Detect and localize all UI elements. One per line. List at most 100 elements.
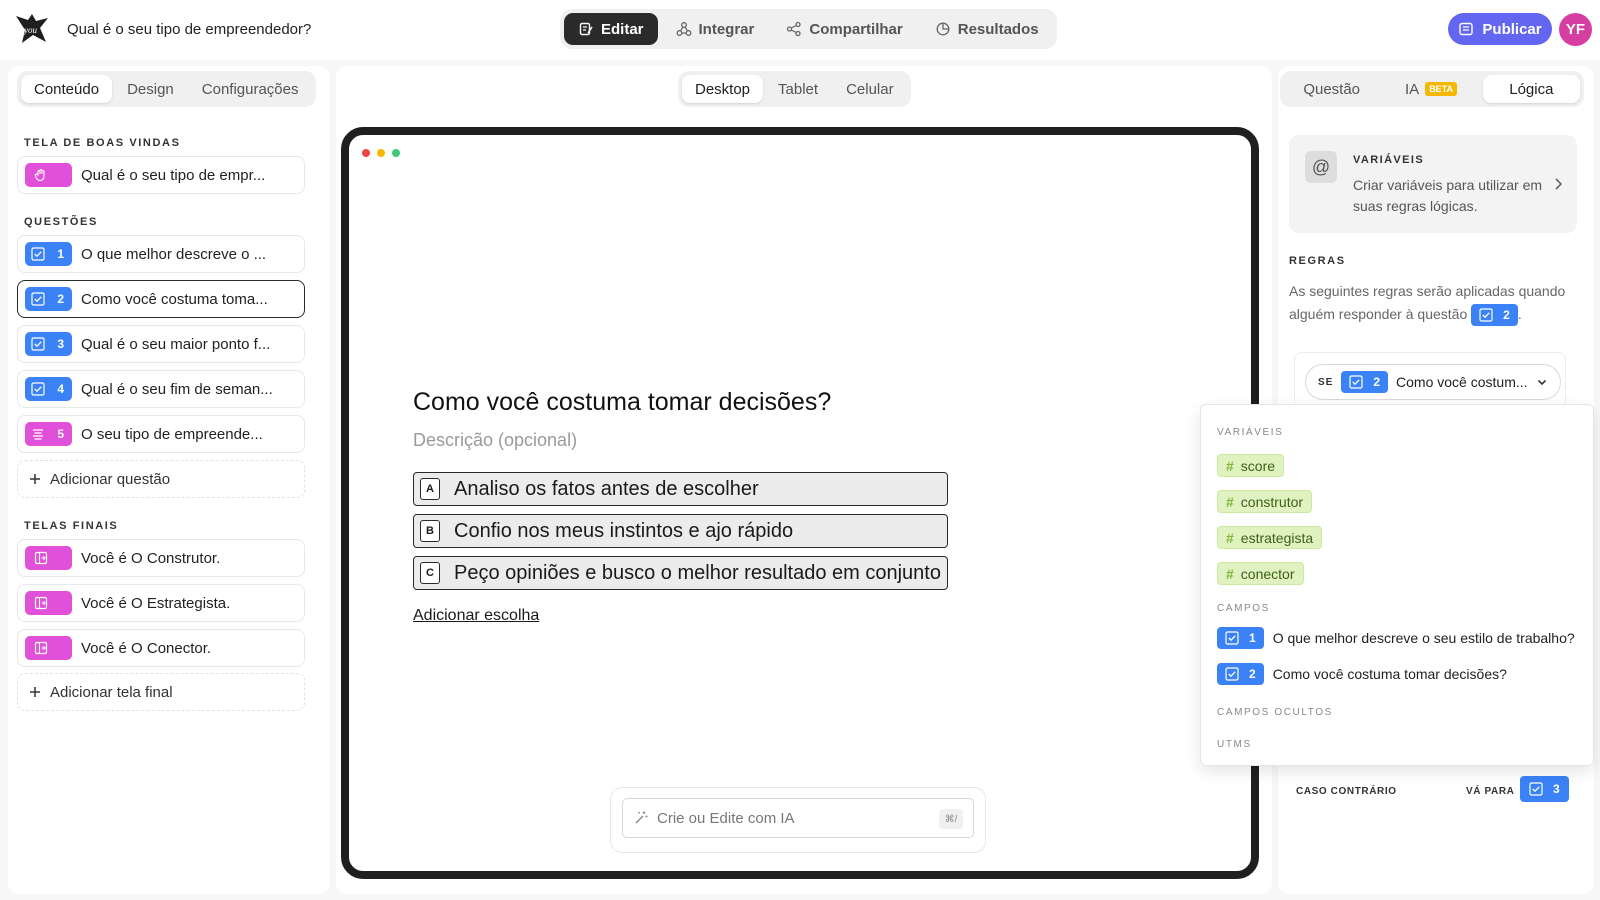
- tab-editar[interactable]: Editar: [564, 13, 658, 45]
- choice-b[interactable]: B Confio nos meus instintos e ajo rápido: [413, 514, 948, 548]
- ending-badge: [25, 591, 72, 615]
- tab-ia[interactable]: IA BETA: [1381, 75, 1480, 103]
- rules-question-badge: 2: [1471, 304, 1518, 327]
- checkbox-icon: [1479, 308, 1493, 322]
- share-icon: [786, 21, 802, 37]
- field-number: 2: [1249, 667, 1256, 681]
- publish-icon: [1458, 21, 1474, 37]
- question-item-1[interactable]: 1 O que melhor descreve o ...: [17, 235, 305, 273]
- variable-name: score: [1240, 457, 1276, 474]
- tab-questao[interactable]: Questão: [1284, 75, 1379, 103]
- question-item-4[interactable]: 4 Qual é o seu fim de seman...: [17, 370, 305, 408]
- tab-integrar[interactable]: Integrar: [662, 13, 769, 45]
- question-title[interactable]: Como você costuma tomar decisões?: [413, 388, 831, 417]
- question-number: 4: [57, 382, 64, 396]
- variable-name: construtor: [1240, 493, 1304, 510]
- variable-option-conector[interactable]: # conector: [1217, 562, 1304, 585]
- question-item-5[interactable]: 5 O seu tipo de empreende...: [17, 415, 305, 453]
- ending-item-2[interactable]: Você é O Estrategista.: [17, 584, 305, 622]
- tab-configuracoes[interactable]: Configurações: [189, 75, 312, 103]
- dropdown-hidden-fields-title[interactable]: CAMPOS OCULTOS: [1217, 707, 1333, 718]
- checkbox-icon: [31, 247, 45, 261]
- add-choice-link[interactable]: Adicionar escolha: [413, 607, 539, 625]
- if-question-number: 2: [1373, 375, 1381, 389]
- endings-section-title: TELAS FINAIS: [24, 520, 119, 532]
- top-bar: you Qual é o seu tipo de empreendedor? E…: [0, 0, 1600, 60]
- window-dots: [362, 149, 400, 157]
- publish-label: Publicar: [1482, 20, 1542, 38]
- tab-desktop[interactable]: Desktop: [682, 75, 764, 103]
- question-label: Qual é o seu fim de seman...: [81, 380, 273, 398]
- field-badge: 2: [1217, 663, 1264, 685]
- field-option-2[interactable]: 2 Como você costuma tomar decisões?: [1217, 663, 1507, 685]
- dropdown-fields-title: CAMPOS: [1217, 603, 1270, 614]
- question-description[interactable]: Descrição (opcional): [413, 430, 577, 451]
- question-badge: 1: [25, 242, 72, 266]
- choice-a[interactable]: A Analiso os fatos antes de escolher: [413, 472, 948, 506]
- hash-icon: #: [1226, 529, 1234, 546]
- maximize-dot-icon: [392, 149, 400, 157]
- field-option-1[interactable]: 1 O que melhor descreve o seu estilo de …: [1217, 627, 1575, 649]
- if-field-select[interactable]: SE 2 Como você costum...: [1305, 364, 1561, 400]
- tab-conteudo[interactable]: Conteúdo: [21, 75, 113, 103]
- dropdown-utms-title[interactable]: UTMS: [1217, 739, 1252, 750]
- tab-integrar-label: Integrar: [698, 20, 755, 38]
- welcome-screen-item[interactable]: Qual é o seu tipo de empr...: [17, 156, 305, 194]
- goto-question-number: 3: [1553, 782, 1560, 796]
- tab-logica[interactable]: Lógica: [1482, 75, 1580, 103]
- ending-item-1[interactable]: Você é O Construtor.: [17, 539, 305, 577]
- question-item-2[interactable]: 2 Como você costuma toma...: [17, 280, 305, 318]
- hash-icon: #: [1226, 565, 1234, 582]
- ai-prompt-placeholder: Crie ou Edite com IA: [657, 809, 795, 827]
- if-label: SE: [1318, 376, 1334, 388]
- ai-prompt-container: Crie ou Edite com IA ⌘/: [610, 787, 986, 853]
- tab-celular[interactable]: Celular: [833, 75, 907, 103]
- goto-question-select[interactable]: 3: [1520, 776, 1569, 802]
- form-title[interactable]: Qual é o seu tipo de empreendedor?: [67, 21, 311, 38]
- variable-option-estrategista[interactable]: # estrategista: [1217, 526, 1323, 549]
- add-question-button[interactable]: Adicionar questão: [17, 460, 305, 498]
- ai-prompt-input[interactable]: Crie ou Edite com IA ⌘/: [622, 798, 974, 838]
- variable-option-score[interactable]: # score: [1217, 454, 1285, 477]
- choice-key: C: [420, 562, 440, 584]
- question-label: Como você costuma toma...: [81, 290, 268, 308]
- shortcut-hint: ⌘/: [939, 809, 963, 829]
- question-number: 3: [57, 337, 64, 351]
- logo-icon[interactable]: you: [14, 12, 50, 46]
- tab-tablet[interactable]: Tablet: [765, 75, 831, 103]
- exit-icon: [34, 551, 48, 565]
- if-field-value: Como você costum...: [1396, 374, 1528, 390]
- edit-icon: [578, 21, 594, 37]
- add-ending-button[interactable]: Adicionar tela final: [17, 673, 305, 711]
- field-label: Como você costuma tomar decisões?: [1272, 666, 1507, 682]
- checkbox-icon: [31, 337, 45, 351]
- ending-badge: [25, 546, 72, 570]
- rules-question-number: 2: [1503, 307, 1510, 322]
- text-lines-icon: [31, 427, 45, 441]
- rule-card: SE 2 Como você costum...: [1294, 352, 1566, 410]
- tab-design[interactable]: Design: [114, 75, 187, 103]
- tab-resultados-label: Resultados: [957, 20, 1039, 38]
- rules-title: REGRAS: [1289, 255, 1346, 267]
- tab-compartilhar[interactable]: Compartilhar: [772, 13, 916, 45]
- hash-icon: #: [1226, 457, 1234, 474]
- exit-icon: [34, 641, 48, 655]
- tab-resultados[interactable]: Resultados: [921, 13, 1053, 45]
- ending-item-3[interactable]: Você é O Conector.: [17, 629, 305, 667]
- goto-label: VÁ PARA: [1466, 786, 1515, 797]
- welcome-badge: [25, 163, 72, 187]
- rules-description-text: As seguintes regras serão aplicadas quan…: [1289, 283, 1566, 322]
- ending-label: Você é O Construtor.: [81, 549, 221, 567]
- variables-card[interactable]: @ VARIÁVEIS Criar variáveis para utiliza…: [1289, 135, 1577, 233]
- close-dot-icon: [362, 149, 370, 157]
- avatar[interactable]: YF: [1559, 13, 1592, 46]
- welcome-section-title: TELA DE BOAS VINDAS: [24, 137, 181, 149]
- question-item-3[interactable]: 3 Qual é o seu maior ponto f...: [17, 325, 305, 363]
- choice-c[interactable]: C Peço opiniões e busco o melhor resulta…: [413, 556, 948, 590]
- variable-option-construtor[interactable]: # construtor: [1217, 490, 1313, 513]
- question-badge: 2: [25, 287, 72, 311]
- variable-name: estrategista: [1240, 529, 1314, 546]
- checkbox-icon: [1529, 782, 1543, 796]
- question-number: 2: [57, 292, 64, 306]
- publish-button[interactable]: Publicar: [1448, 13, 1552, 45]
